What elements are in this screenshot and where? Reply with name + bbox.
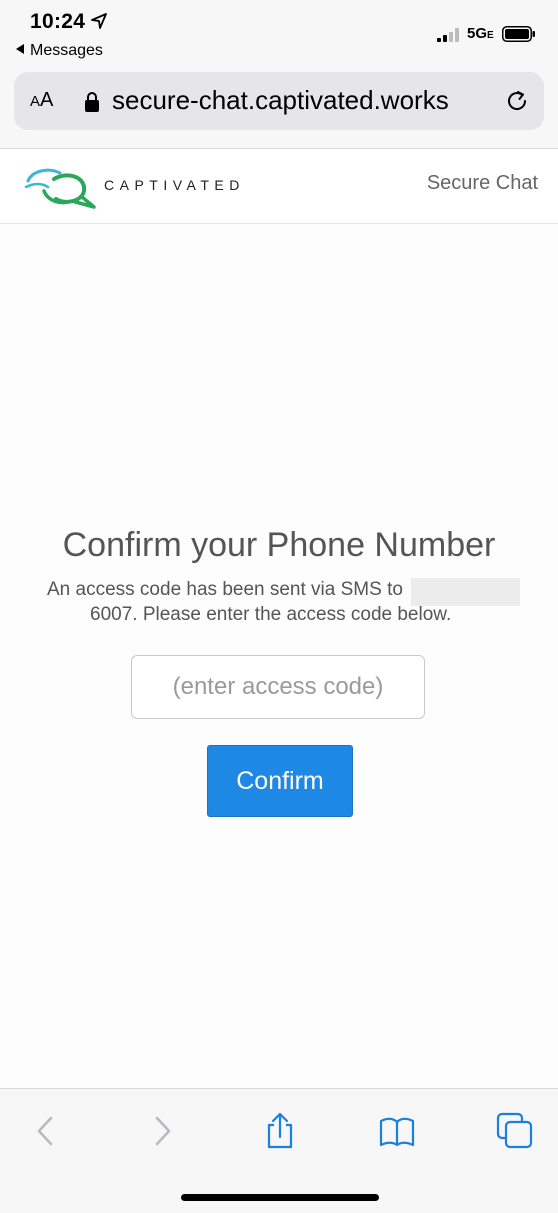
forward-icon[interactable] xyxy=(142,1111,182,1151)
page-title: Confirm your Phone Number xyxy=(62,526,496,564)
back-to-app-link[interactable]: Messages xyxy=(16,42,103,60)
secure-chat-link[interactable]: Secure Chat xyxy=(427,172,538,195)
sms-message-line1: An access code has been sent via SMS to xyxy=(47,579,403,600)
url-text[interactable]: secure-chat.captivated.works xyxy=(112,85,449,116)
bookmarks-icon[interactable] xyxy=(377,1111,417,1151)
status-time: 10:24 xyxy=(30,10,86,33)
brand-name: CAPTIVATED xyxy=(104,177,245,193)
text-size-small-a: A xyxy=(30,93,41,110)
main-content: Confirm your Phone Number An access code… xyxy=(0,224,558,1088)
location-arrow-icon xyxy=(91,13,107,29)
captivated-logo-icon[interactable] xyxy=(24,161,100,209)
site-header: CAPTIVATED Secure Chat xyxy=(0,149,558,224)
network-label: 5G xyxy=(467,25,488,42)
battery-icon xyxy=(502,26,535,42)
back-icon[interactable] xyxy=(26,1111,66,1151)
back-triangle-icon xyxy=(16,44,24,54)
text-size-large-a: A xyxy=(40,89,54,111)
text-size-button[interactable]: AA xyxy=(30,89,53,112)
browser-address-area: AA secure-chat.captivated.works xyxy=(0,66,558,149)
tabs-icon[interactable] xyxy=(495,1111,535,1151)
address-bar[interactable]: AA secure-chat.captivated.works xyxy=(14,72,544,130)
network-suffix: E xyxy=(487,30,494,41)
back-app-label: Messages xyxy=(30,42,103,59)
network-type: 5GE xyxy=(467,25,494,42)
status-bar: 10:24 Messages 5GE xyxy=(0,0,558,66)
share-icon[interactable] xyxy=(260,1111,300,1151)
sms-message-line2: 6007. Please enter the access code below… xyxy=(90,604,452,625)
lock-icon xyxy=(85,92,99,112)
redacted-phone-number xyxy=(411,578,520,606)
browser-toolbar xyxy=(0,1088,558,1213)
cellular-signal-icon xyxy=(437,28,459,42)
reload-icon[interactable] xyxy=(504,88,530,114)
confirm-button[interactable]: Confirm xyxy=(207,745,353,817)
access-code-input[interactable] xyxy=(131,655,425,719)
home-indicator[interactable] xyxy=(181,1194,379,1201)
